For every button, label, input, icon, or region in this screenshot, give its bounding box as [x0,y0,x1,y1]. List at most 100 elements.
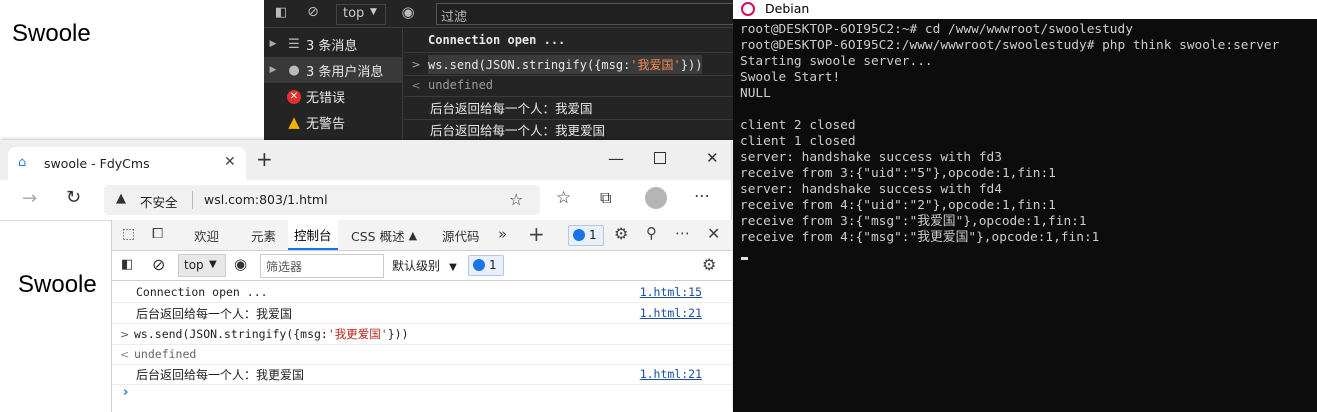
context-select[interactable]: top ▼ [336,4,386,25]
console-message: Connection open ... 1.html:15 [112,282,732,303]
terminal-line: Starting swoole server... [740,54,933,69]
devtools-console-dark: ◧ ⊘ top ▼ ◉ 过滤 ▶ ☰ 3 条消息 ▶ ● 3 条用户消息 ✕ 无… [264,0,740,140]
list-icon: ☰ [288,36,300,52]
console-message: 后台返回给每一个人：我爱国 1.html:21 [112,303,732,324]
message-text: 后台返回给每一个人：我爱国 [136,306,293,321]
source-link[interactable]: 1.html:21 [640,367,702,381]
console-toolbar: ◧ ⊘ top ▼ ◉ 过滤 [264,0,740,28]
console-input-line: > ws.send(JSON.stringify({msg:'我爱国'})) [404,53,740,76]
url-box[interactable]: ▲ 不安全 wsl.com:803/1.html ☆ [104,185,540,215]
warning-icon: ▲ [288,113,300,131]
divider [192,191,193,209]
tab-welcome[interactable]: 欢迎 [194,220,219,250]
new-tab-icon[interactable]: + [256,149,273,169]
console-filter-bar: ◧ ⊘ top ▼ ◉ 筛选器 默认级别 ▼ 1 ⚙ [112,251,732,281]
terminal-window: Debian root@DESKTOP-6OI95C2:~# cd /www/w… [733,0,1317,412]
tab-label: 元素 [251,228,277,244]
filter-placeholder: 筛选器 [266,260,303,274]
tab-elements[interactable]: 元素 [251,220,276,250]
input-prompt-icon: > [411,57,421,71]
more-options-icon[interactable]: ⋯ [694,186,710,205]
add-favorite-icon[interactable]: ☆ [509,190,523,209]
issues-badge[interactable]: 1 [468,255,504,276]
issues-count: 1 [589,228,597,242]
filter-input[interactable]: 过滤 [436,3,740,25]
maximize-icon[interactable] [654,152,666,164]
context-label: top [343,6,365,21]
avatar[interactable] [645,187,667,209]
minimize-icon[interactable]: — [608,149,624,168]
filter-input[interactable]: 筛选器 [260,254,384,278]
chevron-down-icon: ▼ [449,262,457,273]
sidebar-toggle-icon[interactable]: ◧ [121,257,133,272]
input-code: ws.send(JSON.stringify({msg:'我更爱国'})) [134,326,409,342]
sidebar-toggle-icon[interactable]: ◧ [272,5,290,21]
issues-badge[interactable]: 1 [568,225,604,246]
input-prompt-icon: > [120,327,130,341]
message-icon [473,259,485,271]
more-tabs-icon[interactable]: » [498,225,507,243]
browser-tab[interactable]: ⌂ swoole - FdyCms ✕ [8,147,246,180]
tab-label: 控制台 [294,227,332,243]
terminal-cursor [741,257,748,260]
clear-console-icon[interactable]: ⊘ [304,4,322,20]
settings-gear-icon[interactable]: ⚙ [614,224,628,243]
terminal-output[interactable]: root@DESKTOP-6OI95C2:~# cd /www/wwwroot/… [740,22,1279,246]
close-devtools-icon[interactable]: ✕ [707,224,720,243]
url-text[interactable]: wsl.com:803/1.html [204,192,328,207]
eye-icon[interactable]: ◉ [234,255,247,273]
console-result-line: < undefined [404,74,740,97]
back-arrow-icon[interactable]: → [22,188,37,209]
more-options-icon[interactable]: ⋯ [675,224,690,242]
result-prompt-icon: < [120,347,130,361]
issues-count: 1 [489,258,497,272]
terminal-line: receive from 3:{"msg":"我爱国"},opcode:1,fi… [740,214,1087,229]
message-text: Connection open ... [428,33,566,47]
clear-console-icon[interactable]: ⊘ [152,255,165,274]
console-settings-gear-icon[interactable]: ⚙ [702,255,716,274]
sidebar-item-errors[interactable]: ✕ 无错误 [264,83,402,109]
log-levels-select[interactable]: 默认级别 ▼ [392,255,457,275]
close-tab-icon[interactable]: ✕ [224,154,236,170]
sidebar-item-label: 3 条消息 [306,38,358,54]
input-code: ws.send(JSON.stringify({msg:'我爱国'})) [428,54,703,74]
add-tab-icon[interactable]: + [528,222,545,246]
close-window-icon[interactable]: ✕ [706,149,719,167]
collections-icon[interactable]: ⧉ [600,188,611,208]
terminal-line: client 1 closed [740,134,856,149]
sidebar-item-warnings[interactable]: ▲ 无警告 [264,109,402,135]
terminal-line: Swoole Start! [740,70,841,85]
tab-sources[interactable]: 源代码 [442,220,480,250]
customize-icon[interactable]: ⚲ [646,224,657,242]
source-link[interactable]: 1.html:15 [640,285,702,299]
source-link[interactable]: 1.html:21 [640,306,702,320]
favorites-icon[interactable]: ☆ [556,188,571,208]
code-text: })) [387,327,409,341]
console-sidebar: ▶ ☰ 3 条消息 ▶ ● 3 条用户消息 ✕ 无错误 ▲ 无警告 [264,28,403,140]
debian-logo-icon [741,2,755,16]
filter-placeholder: 过滤 [441,10,468,25]
console-message: 后台返回给每一个人：我更爱国 1.html:21 [112,364,732,385]
sidebar-item-messages[interactable]: ▶ ☰ 3 条消息 [264,31,402,57]
terminal-line: server: handshake success with fd4 [740,182,1002,197]
context-label: top [184,258,204,272]
console-prompt-icon[interactable]: › [123,385,128,400]
tab-css-overview[interactable]: CSS 概述 ▲ [351,220,417,250]
refresh-icon[interactable]: ↻ [66,187,81,208]
eye-icon[interactable]: ◉ [398,3,418,21]
context-select[interactable]: top ▼ [178,254,226,277]
tab-label: CSS 概述 [351,228,405,244]
terminal-line: receive from 4:{"uid":"2"},opcode:1,fin:… [740,198,1056,213]
sidebar-item-user-messages[interactable]: ▶ ● 3 条用户消息 [264,57,402,83]
inspect-icon[interactable]: ⬚ [122,226,135,242]
device-toolbar-icon[interactable]: ⧠ [152,226,163,242]
tab-title: swoole - FdyCms [44,156,150,171]
console-input-line: > ws.send(JSON.stringify({msg:'我更爱国'})) [112,324,732,345]
tab-console[interactable]: 控制台 [288,220,338,250]
message-text: 后台返回给每一个人：我更爱国 [136,367,305,382]
sidebar-item-label: 无警告 [306,116,346,132]
terminal-line: root@DESKTOP-6OI95C2:~# cd /www/wwwroot/… [740,22,1133,37]
result-text: undefined [134,347,197,361]
security-label[interactable]: 不安全 [140,192,178,211]
